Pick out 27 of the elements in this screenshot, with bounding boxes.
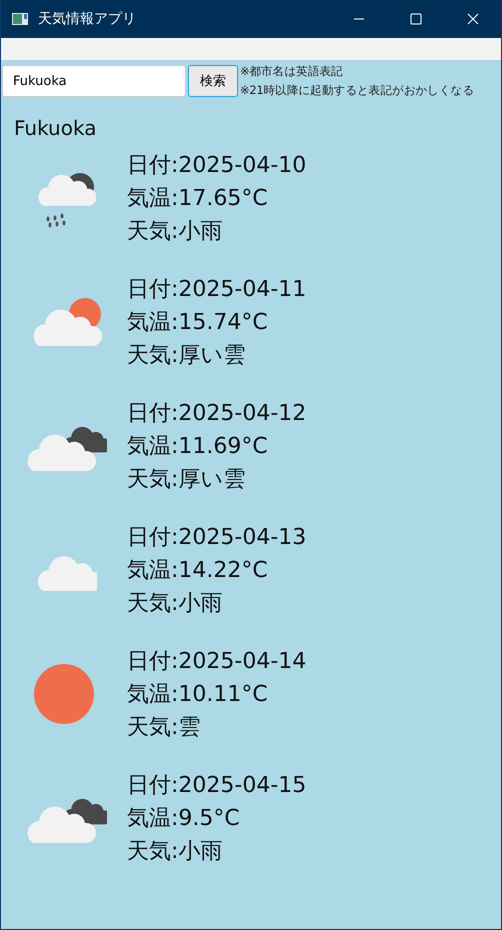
city-input-field[interactable]: Fukuoka	[2, 65, 186, 97]
note-text: ※21時以降に起動すると表記がおかしくなる	[240, 83, 474, 98]
weather-text: 天気:厚い雲	[127, 342, 246, 370]
weather-text: 天気:小雨	[127, 590, 224, 618]
temperature-text: 気温:14.22°C	[127, 556, 269, 584]
app-icon	[12, 13, 28, 25]
search-button[interactable]: 検索	[188, 65, 238, 97]
date-text: 日付:2025-04-12	[127, 400, 306, 428]
weather-text: 天気:厚い雲	[127, 466, 246, 494]
date-text: 日付:2025-04-14	[127, 648, 306, 676]
date-text: 日付:2025-04-13	[127, 524, 306, 552]
date-text: 日付:2025-04-10	[127, 152, 306, 180]
weather-text: 天気:雲	[127, 714, 202, 742]
temperature-text: 気温:9.5°C	[127, 804, 241, 832]
temperature-text: 気温:17.65°C	[127, 184, 269, 212]
close-icon[interactable]	[467, 13, 479, 25]
window-title: 天気情報アプリ	[38, 10, 136, 28]
note-text: ※都市名は英語表記	[240, 64, 344, 79]
temperature-text: 気温:11.69°C	[127, 432, 269, 460]
weather-text: 天気:小雨	[127, 838, 224, 866]
maximize-icon[interactable]	[410, 13, 422, 25]
temperature-text: 気温:10.11°C	[127, 680, 269, 708]
date-text: 日付:2025-04-11	[127, 276, 306, 304]
city-name: Fukuoka	[14, 116, 98, 140]
temperature-text: 気温:15.74°C	[127, 308, 269, 336]
weather-text: 天気:小雨	[127, 218, 224, 246]
date-text: 日付:2025-04-15	[127, 772, 306, 800]
